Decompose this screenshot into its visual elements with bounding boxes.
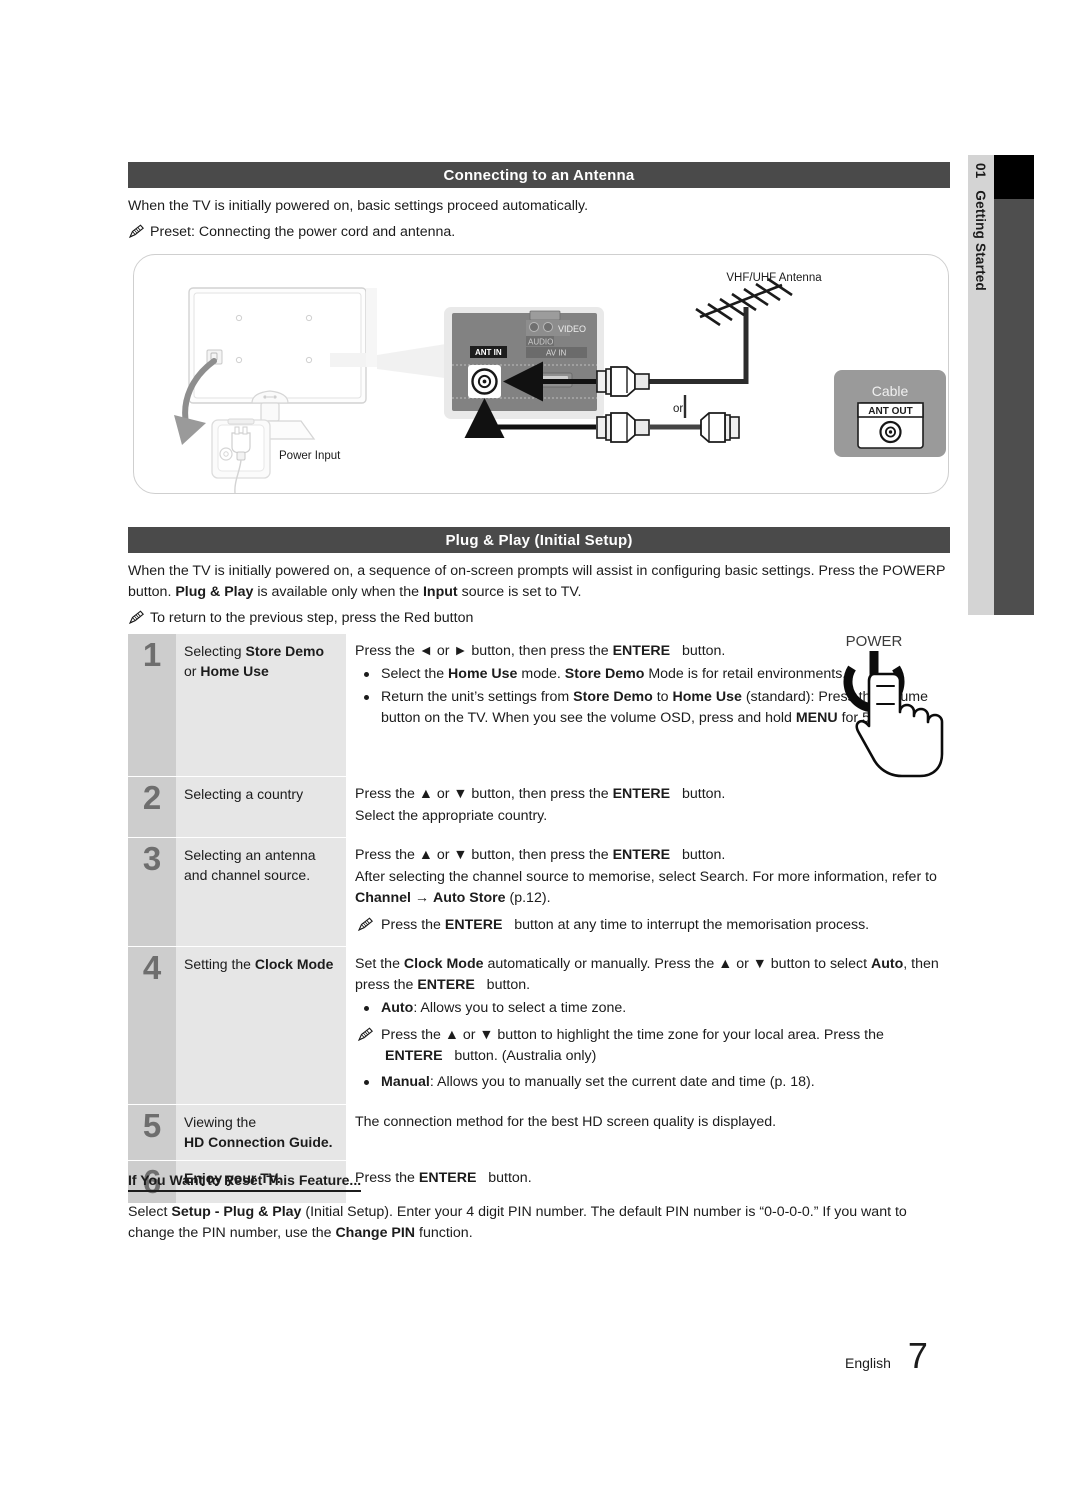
antenna-intro-span: When the TV is initially powered on, bas…: [128, 198, 589, 214]
list-item: Manual: Allows you to manually set the c…: [355, 1072, 954, 1093]
bullet-dot-icon: [364, 695, 369, 700]
step4-label-a: Setting the: [184, 956, 255, 972]
step-number: 5: [128, 1105, 176, 1160]
pp-intro-c: is available only when the: [253, 584, 423, 600]
pp-bold-plug-play: Plug & Play: [175, 584, 254, 600]
step-body: Press the ▲ or ▼ button, then press the …: [346, 838, 954, 946]
step1-label-store-demo: Store Demo: [245, 643, 325, 659]
step-body: Set the Clock Mode automatically or manu…: [346, 947, 954, 1104]
power-button-illustration: POWER: [822, 630, 972, 790]
section-title: Plug & Play (Initial Setup): [445, 531, 633, 549]
side-tab-getting-started: 01 Getting Started: [968, 155, 994, 615]
reset-bold-setup: Setup - Plug & Play: [171, 1204, 302, 1220]
pencil-note-icon: [357, 1027, 374, 1042]
step3-label-line1: Selecting an antenna: [184, 847, 316, 863]
reset-title: If You Want to Reset This Feature...: [128, 1172, 362, 1192]
table-row: 3 Selecting an antenna and channel sourc…: [128, 838, 954, 947]
pp-bold-input: Input: [422, 584, 458, 600]
pencil-note-icon: [357, 917, 374, 932]
bullet-dot-icon: [364, 1006, 369, 1011]
manual-page: 01 Getting Started Connecting to an Ante…: [0, 0, 1080, 1494]
bullet-dot-icon: [364, 672, 369, 677]
pp-note-text: To return to the previous step, press th…: [150, 610, 474, 626]
label-power-input: Power Input: [279, 450, 341, 462]
step-label: Setting the Clock Mode: [176, 947, 346, 1104]
connector-panel-closeup: AUDIO VIDEO AV IN ANT IN: [444, 307, 604, 419]
reset-feature-block: If You Want to Reset This Feature... Sel…: [128, 1172, 954, 1244]
coax-connector-lower-left: [596, 412, 650, 443]
step-label: Selecting an antenna and channel source.: [176, 838, 346, 946]
tv-illustration: [188, 287, 452, 440]
step4-bullets-auto: Auto: Allows you to select a time zone.: [355, 998, 954, 1019]
label-av-in: AV IN: [546, 349, 567, 358]
cable-box: Cable ANT OUT: [834, 370, 946, 457]
label-or: or: [673, 403, 683, 415]
side-tab-number: 01: [973, 163, 989, 179]
reset-text: Select Setup - Plug & Play (Initial Setu…: [128, 1202, 954, 1244]
table-row: 4 Setting the Clock Mode Set the Clock M…: [128, 947, 954, 1105]
footer-language: English: [845, 1355, 891, 1371]
antenna-note-text: Preset: Connecting the power cord and an…: [150, 224, 456, 240]
step-number: 3: [128, 838, 176, 946]
reset-text-c: function.: [415, 1225, 473, 1241]
page-footer: English 7: [845, 1335, 955, 1377]
table-row: 5 Viewing the HD Connection Guide. The c…: [128, 1105, 954, 1161]
hand-icon: [855, 672, 944, 778]
side-bar-black: [994, 155, 1034, 199]
pp-intro-d: source is set to TV.: [457, 584, 582, 600]
step-label: Viewing the HD Connection Guide.: [176, 1105, 346, 1160]
side-tab-text: 01 Getting Started: [968, 155, 994, 615]
label-ant-out: ANT OUT: [868, 406, 912, 417]
reset-bold-change-pin: Change PIN: [335, 1225, 416, 1241]
label-vhf-uhf-antenna: VHF/UHF Antenna: [726, 272, 822, 284]
step1-label-home-use: Home Use: [200, 662, 269, 679]
plug-play-intro: When the TV is initially powered on, a s…: [128, 561, 954, 603]
step-number: 2: [128, 777, 176, 837]
side-tab-label: Getting Started: [973, 190, 989, 291]
section-title: Connecting to an Antenna: [443, 166, 635, 184]
label-audio: AUDIO: [528, 338, 553, 347]
pp-intro-a: When the TV is initially powered on, a s…: [128, 563, 883, 579]
footer-page-number: 7: [907, 1335, 928, 1376]
step5-label-line1: Viewing the: [184, 1114, 257, 1130]
bullet-dot-icon: [364, 1080, 369, 1085]
step4-note: Press the ▲ or ▼ button to highlight the…: [355, 1025, 954, 1067]
coax-connector-upper: [596, 366, 650, 397]
reset-text-a: Select: [128, 1204, 172, 1220]
list-item: Auto: Allows you to select a time zone.: [355, 998, 954, 1019]
antenna-connection-diagram: Power Input AUDIO VIDEO AV IN ANT IN or …: [133, 254, 949, 494]
label-video: VIDEO: [558, 324, 586, 334]
step-body: The connection method for the best HD sc…: [346, 1105, 954, 1160]
side-bar-grey: [994, 199, 1034, 615]
plug-play-note: To return to the previous step, press th…: [128, 608, 954, 629]
step-number: 1: [128, 634, 176, 776]
label-cable: Cable: [872, 383, 909, 399]
coax-connector-lower-right: [700, 412, 740, 443]
step5-label-line2: HD Connection Guide.: [184, 1133, 333, 1150]
pencil-note-icon: [128, 610, 145, 625]
section-header-connecting-antenna: Connecting to an Antenna: [128, 162, 950, 188]
step4-bullets-manual: Manual: Allows you to manually set the c…: [355, 1072, 954, 1093]
antenna-note: Preset: Connecting the power cord and an…: [128, 222, 954, 243]
step-number: 4: [128, 947, 176, 1104]
step1-label-c: or: [184, 662, 201, 679]
step-label: Selecting a country: [176, 777, 346, 837]
pencil-note-icon: [128, 224, 145, 239]
vhf-uhf-antenna-illustration: VHF/UHF Antenna: [695, 272, 822, 327]
label-power: POWER: [846, 633, 903, 650]
step4-label-clock-mode: Clock Mode: [254, 956, 334, 972]
step3-label-line2: and channel source.: [184, 866, 311, 883]
step-label: Selecting Store Demo or Home Use: [176, 634, 346, 776]
section-header-plug-play: Plug & Play (Initial Setup): [128, 527, 950, 553]
antenna-intro-text: When the TV is initially powered on, bas…: [128, 196, 954, 217]
step2-line2: Select the appropriate country.: [355, 808, 548, 824]
label-ant-in: ANT IN: [475, 348, 502, 357]
step1-label-a: Selecting: [184, 643, 246, 659]
step3-note: Press the ENTERE button at any time to i…: [355, 915, 954, 936]
pp-intro-b: button.: [128, 584, 176, 600]
pp-power-key: POWERP: [882, 563, 946, 579]
step5-lead: The connection method for the best HD sc…: [355, 1114, 777, 1130]
